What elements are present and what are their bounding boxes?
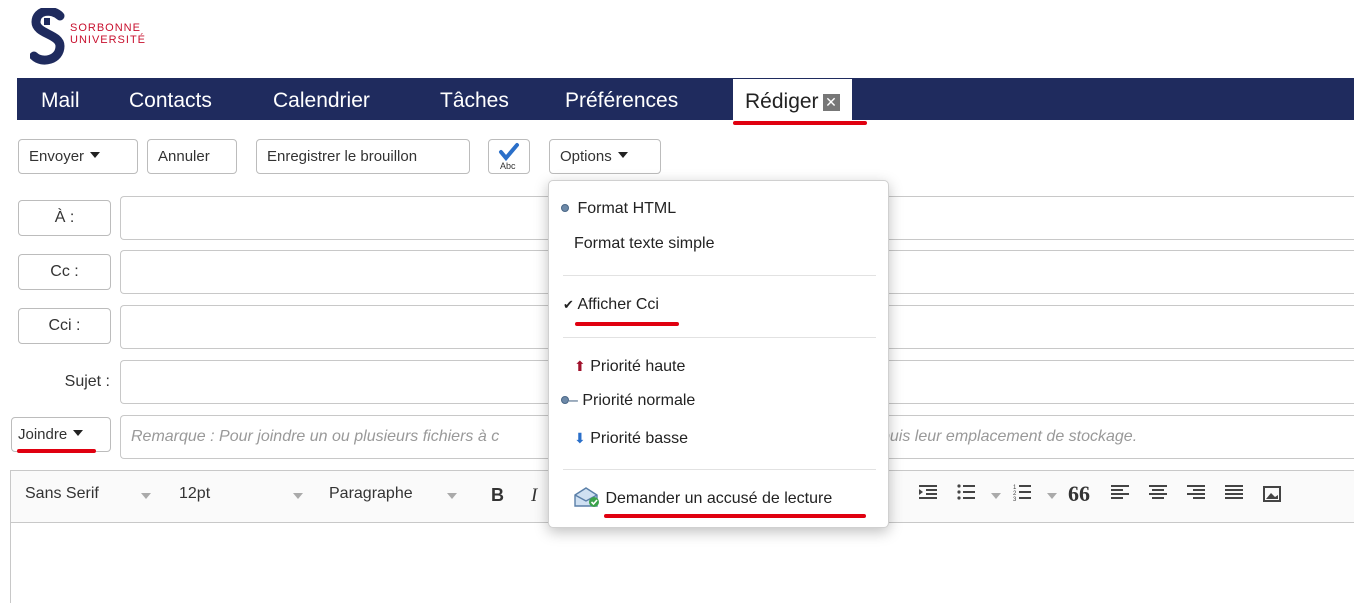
block-format-select[interactable]: Paragraphe bbox=[329, 485, 413, 503]
attach-note: Remarque : Pour joindre un ou plusieurs … bbox=[131, 428, 500, 445]
brand-name: SORBONNE bbox=[70, 22, 141, 34]
check-icon: ✔ bbox=[563, 297, 574, 312]
options-menu: Format HTML Format texte simple ✔ Affich… bbox=[548, 180, 889, 528]
spellcheck-button[interactable]: Abc bbox=[488, 139, 530, 174]
menu-item-priority-normal[interactable]: – Priorité normale bbox=[549, 384, 888, 418]
numbered-list-icon[interactable]: 123 bbox=[1013, 483, 1031, 507]
envelope-check-icon bbox=[574, 487, 599, 507]
nav-item-contacts[interactable]: Contacts bbox=[129, 78, 212, 120]
bold-button[interactable]: B bbox=[491, 485, 504, 506]
menu-item-priority-high[interactable]: ⬆ Priorité haute bbox=[549, 349, 888, 383]
chevron-down-icon bbox=[991, 493, 1001, 499]
spellcheck-label: Abc bbox=[500, 161, 516, 171]
chevron-down-icon bbox=[1047, 493, 1057, 499]
highlight-underline-receipt bbox=[604, 514, 866, 518]
nav-item-calendar[interactable]: Calendrier bbox=[273, 78, 370, 120]
chevron-down-icon bbox=[447, 493, 457, 499]
nav-item-preferences[interactable]: Préférences bbox=[565, 78, 678, 120]
sorbonne-logo: SORBONNE UNIVERSITÉ bbox=[29, 6, 146, 68]
close-icon[interactable]: ✕ bbox=[822, 94, 840, 111]
menu-item-priority-normal-label: Priorité normale bbox=[582, 392, 696, 409]
chevron-down-icon bbox=[73, 430, 84, 436]
menu-item-format-html-label: Format HTML bbox=[577, 200, 677, 217]
menu-item-show-bcc-label: Afficher Cci bbox=[577, 296, 659, 313]
font-family-select[interactable]: Sans Serif bbox=[25, 485, 99, 503]
arrow-down-icon: ⬇ bbox=[574, 430, 586, 446]
send-label: Envoyer bbox=[29, 148, 85, 165]
menu-divider bbox=[563, 275, 876, 276]
to-button[interactable]: À : bbox=[18, 200, 111, 236]
svg-text:3: 3 bbox=[1013, 497, 1017, 501]
font-size-select[interactable]: 12pt bbox=[179, 485, 210, 503]
menu-item-format-text[interactable]: Format texte simple bbox=[549, 227, 888, 261]
spellcheck-icon: Abc bbox=[499, 143, 519, 171]
save-draft-button[interactable]: Enregistrer le brouillon bbox=[256, 139, 470, 174]
nav-item-mail[interactable]: Mail bbox=[41, 78, 80, 120]
menu-divider bbox=[563, 337, 876, 338]
chevron-down-icon bbox=[141, 493, 151, 499]
align-justify-icon[interactable] bbox=[1225, 483, 1243, 507]
attach-note-tail: puis leur emplacement de stockage. bbox=[881, 428, 1138, 445]
radio-selected-icon bbox=[561, 396, 569, 404]
nav-item-tasks[interactable]: Tâches bbox=[440, 78, 509, 120]
brand-text: SORBONNE UNIVERSITÉ bbox=[70, 22, 146, 46]
subject-label: Sujet : bbox=[64, 373, 110, 390]
chevron-down-icon bbox=[617, 152, 628, 158]
dash-icon: – bbox=[569, 392, 578, 409]
radio-selected-icon bbox=[561, 204, 569, 212]
tab-compose[interactable]: Rédiger ✕ bbox=[732, 78, 853, 120]
chevron-down-icon bbox=[90, 152, 101, 158]
indent-icon[interactable] bbox=[919, 483, 937, 507]
brand-sub: UNIVERSITÉ bbox=[70, 34, 147, 46]
bcc-button[interactable]: Cci : bbox=[18, 308, 111, 344]
menu-item-read-receipt-label: Demander un accusé de lecture bbox=[605, 490, 833, 507]
bullet-list-icon[interactable] bbox=[957, 483, 975, 507]
align-left-icon[interactable] bbox=[1111, 483, 1129, 507]
cc-button[interactable]: Cc : bbox=[18, 254, 111, 290]
sorbonne-logo-icon bbox=[29, 6, 66, 66]
arrow-up-icon: ⬆ bbox=[574, 358, 586, 374]
options-button[interactable]: Options bbox=[549, 139, 661, 174]
image-icon[interactable] bbox=[1263, 485, 1281, 509]
cancel-button[interactable]: Annuler bbox=[147, 139, 237, 174]
highlight-underline-bcc bbox=[575, 322, 679, 326]
blockquote-icon[interactable]: 66 bbox=[1068, 481, 1090, 507]
highlight-underline-attach bbox=[17, 449, 96, 453]
menu-item-read-receipt[interactable]: Demander un accusé de lecture bbox=[549, 482, 888, 516]
menu-item-priority-high-label: Priorité haute bbox=[590, 358, 686, 375]
send-button[interactable]: Envoyer bbox=[18, 139, 138, 174]
menu-divider bbox=[563, 469, 876, 470]
tab-compose-label: Rédiger bbox=[745, 90, 819, 113]
attach-button[interactable]: Joindre bbox=[11, 417, 111, 452]
align-center-icon[interactable] bbox=[1149, 483, 1167, 507]
menu-item-format-html[interactable]: Format HTML bbox=[549, 192, 888, 226]
attach-label: Joindre bbox=[18, 426, 68, 443]
align-right-icon[interactable] bbox=[1187, 483, 1205, 507]
chevron-down-icon bbox=[293, 493, 303, 499]
menu-item-show-bcc[interactable]: ✔ Afficher Cci bbox=[549, 288, 888, 322]
menu-item-priority-low[interactable]: ⬇ Priorité basse bbox=[549, 421, 888, 455]
main-nav: Mail Contacts Calendrier Tâches Préféren… bbox=[17, 78, 1354, 120]
highlight-underline-compose bbox=[733, 121, 867, 125]
options-label: Options bbox=[560, 148, 612, 165]
italic-button[interactable]: I bbox=[531, 485, 537, 507]
menu-item-priority-low-label: Priorité basse bbox=[590, 430, 689, 447]
